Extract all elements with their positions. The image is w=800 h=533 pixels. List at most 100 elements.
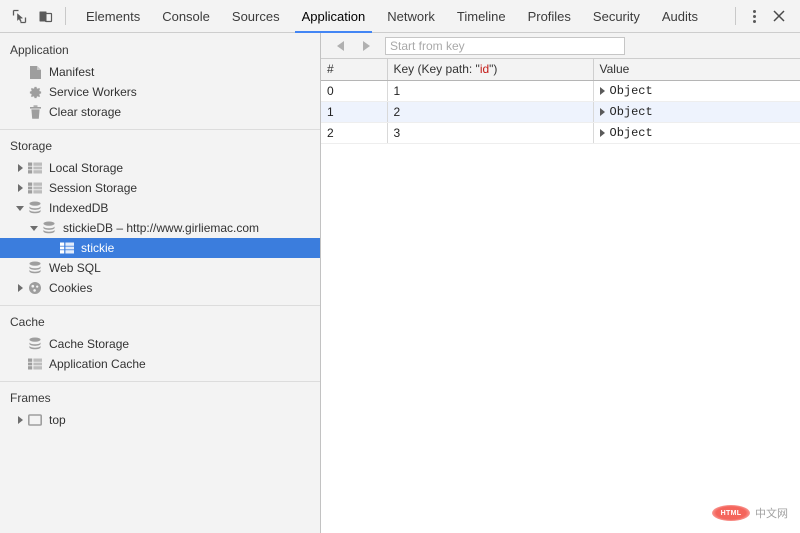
data-panel-toolbar xyxy=(321,33,800,59)
section-title-frames: Frames xyxy=(10,391,51,405)
kebab-menu-icon[interactable] xyxy=(742,3,766,29)
tab-application[interactable]: Application xyxy=(291,0,377,33)
sidebar-item-local-storage[interactable]: Local Storage xyxy=(0,158,320,178)
cell-value[interactable]: Object xyxy=(593,122,800,144)
column-header-value[interactable]: Value xyxy=(593,59,800,81)
frame-icon xyxy=(27,412,43,428)
sidebar-item-cookies[interactable]: Cookies xyxy=(0,278,320,298)
column-header-key[interactable]: Key (Key path: "id") xyxy=(387,59,594,81)
table-header-row: # Key (Key path: "id") Value xyxy=(321,59,800,81)
cell-value[interactable]: Object xyxy=(593,101,800,123)
keypath-suffix: ") xyxy=(489,62,498,77)
arrow-right-icon[interactable] xyxy=(353,35,379,57)
section-divider xyxy=(0,129,320,130)
sidebar-item-label: Manifest xyxy=(49,65,95,79)
sidebar-item-label: stickieDB – http://www.girliemac.com xyxy=(63,221,260,235)
cell-index: 0 xyxy=(321,80,388,102)
tab-label: Elements xyxy=(86,8,141,24)
value-text: Object xyxy=(609,105,653,119)
sidebar-item-label: Local Storage xyxy=(49,161,124,175)
panel-tabs: Elements Console Sources Application Net… xyxy=(75,0,709,33)
start-from-key-input[interactable] xyxy=(385,36,625,55)
sidebar-item-label: stickie xyxy=(81,241,115,255)
tab-console[interactable]: Console xyxy=(151,0,221,33)
keypath-prefix: Key (Key path: " xyxy=(393,62,480,77)
tab-label: Timeline xyxy=(456,8,506,24)
chevron-down-icon[interactable] xyxy=(14,202,26,214)
keypath-value: id xyxy=(479,62,490,77)
database-icon xyxy=(27,260,43,276)
tab-sources[interactable]: Sources xyxy=(221,0,291,33)
tab-timeline[interactable]: Timeline xyxy=(446,0,517,33)
chevron-right-icon[interactable] xyxy=(14,282,26,294)
sidebar-item-application-cache[interactable]: Application Cache xyxy=(0,354,320,374)
sidebar-item-stickiedb[interactable]: stickieDB – http://www.girliemac.com xyxy=(0,218,320,238)
section-title-cache: Cache xyxy=(10,315,45,329)
sidebar-item-label: Application Cache xyxy=(49,357,146,371)
tab-label: Console xyxy=(162,8,210,24)
arrow-left-icon[interactable] xyxy=(327,35,353,57)
toolbar-divider-right xyxy=(735,7,736,25)
cell-index: 2 xyxy=(321,122,388,144)
document-icon xyxy=(27,64,43,80)
indexeddb-data-panel: # Key (Key path: "id") Value 0 1 Object … xyxy=(321,33,800,533)
tab-security[interactable]: Security xyxy=(582,0,651,33)
tab-label: Application xyxy=(301,8,366,24)
table-row[interactable]: 1 2 Object xyxy=(321,101,800,123)
expand-object-icon[interactable] xyxy=(599,107,605,116)
table-icon xyxy=(59,240,75,256)
toolbar-right-group xyxy=(729,3,792,29)
sidebar-item-label: Cookies xyxy=(49,281,93,295)
sidebar-item-cache-storage[interactable]: Cache Storage xyxy=(0,334,320,354)
indexeddb-entries-table: # Key (Key path: "id") Value 0 1 Object … xyxy=(321,59,800,144)
chevron-down-icon[interactable] xyxy=(28,222,40,234)
tab-label: Security xyxy=(592,8,640,24)
database-icon xyxy=(27,336,43,352)
tab-label: Audits xyxy=(661,8,699,24)
cell-key: 3 xyxy=(387,122,594,144)
close-icon[interactable] xyxy=(766,3,792,29)
sidebar-item-service-workers[interactable]: Service Workers xyxy=(0,82,320,102)
sidebar-item-label: Session Storage xyxy=(49,181,138,195)
sidebar-item-label: Service Workers xyxy=(49,85,137,99)
table-row[interactable]: 2 3 Object xyxy=(321,122,800,144)
chevron-right-icon[interactable] xyxy=(14,182,26,194)
table-body: 0 1 Object 1 2 Object 2 3 Object xyxy=(321,80,800,144)
sidebar-item-manifest[interactable]: Manifest xyxy=(0,62,320,82)
sidebar-item-label: Cache Storage xyxy=(49,337,130,351)
cell-value[interactable]: Object xyxy=(593,80,800,102)
table-icon xyxy=(27,356,43,372)
sidebar-item-label: top xyxy=(49,413,66,427)
gear-icon xyxy=(27,84,43,100)
expand-object-icon[interactable] xyxy=(599,128,605,137)
value-text: Object xyxy=(609,84,653,98)
section-divider xyxy=(0,305,320,306)
sidebar-item-clear-storage[interactable]: Clear storage xyxy=(0,102,320,122)
inspect-element-icon[interactable] xyxy=(6,3,32,29)
tab-label: Network xyxy=(387,8,435,24)
tab-elements[interactable]: Elements xyxy=(75,0,151,33)
tab-network[interactable]: Network xyxy=(376,0,446,33)
devtools-window: Elements Console Sources Application Net… xyxy=(0,0,800,533)
devtools-toolbar: Elements Console Sources Application Net… xyxy=(0,0,800,33)
section-divider xyxy=(0,381,320,382)
table-row[interactable]: 0 1 Object xyxy=(321,80,800,102)
devtools-body: Application Manifest Service Workers Cle… xyxy=(0,33,800,533)
sidebar-item-web-sql[interactable]: Web SQL xyxy=(0,258,320,278)
device-toolbar-icon[interactable] xyxy=(32,3,58,29)
chevron-right-icon[interactable] xyxy=(14,414,26,426)
database-icon xyxy=(41,220,57,236)
tab-profiles[interactable]: Profiles xyxy=(517,0,582,33)
sidebar-item-stickie[interactable]: stickie xyxy=(0,238,320,258)
value-text: Object xyxy=(609,126,653,140)
sidebar-item-top-frame[interactable]: top xyxy=(0,410,320,430)
tab-label: Sources xyxy=(231,8,280,24)
expand-object-icon[interactable] xyxy=(599,86,605,95)
tab-audits[interactable]: Audits xyxy=(651,0,709,33)
section-title-storage: Storage xyxy=(10,139,53,153)
sidebar-item-indexeddb[interactable]: IndexedDB xyxy=(0,198,320,218)
chevron-right-icon[interactable] xyxy=(14,162,26,174)
sidebar-item-session-storage[interactable]: Session Storage xyxy=(0,178,320,198)
table-header: # Key (Key path: "id") Value xyxy=(321,59,800,81)
column-header-index[interactable]: # xyxy=(321,59,388,81)
